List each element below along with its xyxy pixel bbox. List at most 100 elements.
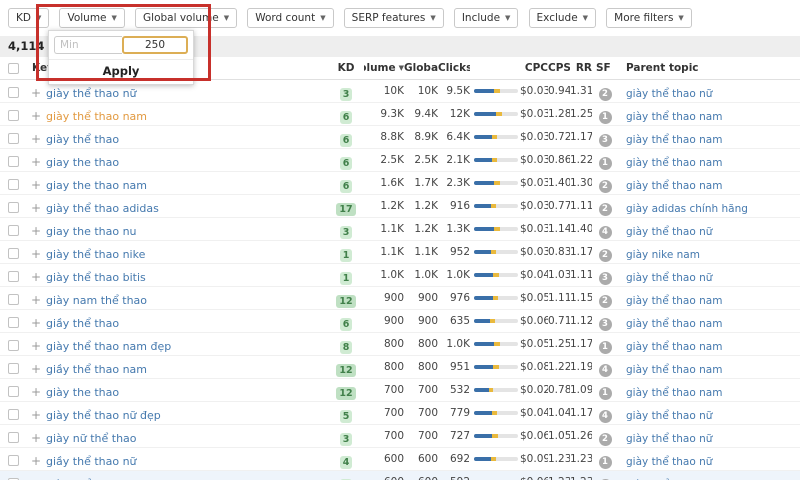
row-checkbox[interactable] bbox=[7, 362, 19, 374]
serp-features-badge[interactable]: 3 bbox=[598, 317, 612, 331]
row-checkbox[interactable] bbox=[7, 385, 19, 397]
serp-features-badge[interactable]: 4 bbox=[598, 363, 612, 377]
filter-button-word-count[interactable]: Word count ▼ bbox=[247, 8, 334, 28]
keyword-link[interactable]: giầy thể thao nam bbox=[46, 363, 147, 376]
parent-topic-link[interactable]: giày thể thao nam bbox=[626, 134, 722, 146]
row-checkbox[interactable] bbox=[7, 109, 19, 121]
header-cps[interactable]: CPS bbox=[548, 62, 570, 74]
serp-features-badge[interactable]: 4 bbox=[598, 409, 612, 423]
parent-topic-link[interactable]: giày thể thao nam bbox=[626, 295, 722, 307]
header-volume[interactable]: Volume▼ bbox=[364, 62, 404, 74]
parent-topic-link[interactable]: giày thể thao nam bbox=[626, 318, 722, 330]
expand-plus-icon[interactable]: + bbox=[31, 201, 41, 215]
parent-topic-link[interactable]: giày thể thao nữ bbox=[626, 433, 712, 445]
parent-topic-link[interactable]: giày thể thao nam bbox=[626, 111, 722, 123]
serp-features-badge[interactable]: 1 bbox=[598, 340, 612, 354]
keyword-link[interactable]: giay the thao nu bbox=[46, 225, 137, 238]
expand-plus-icon[interactable]: + bbox=[31, 477, 41, 480]
header-cpc[interactable]: CPC bbox=[520, 62, 548, 74]
serp-features-badge[interactable]: 2 bbox=[598, 432, 612, 446]
expand-plus-icon[interactable]: + bbox=[31, 86, 41, 100]
row-checkbox[interactable] bbox=[7, 408, 19, 420]
parent-topic-link[interactable]: giày thể thao nam bbox=[626, 157, 722, 169]
keyword-link[interactable]: giày thể thao nữ bbox=[46, 87, 137, 100]
serp-features-badge[interactable]: 2 bbox=[598, 294, 612, 308]
serp-features-badge[interactable]: 1 bbox=[598, 110, 612, 124]
serp-features-badge[interactable]: 4 bbox=[598, 225, 612, 239]
parent-topic-link[interactable]: giày nike nam bbox=[626, 249, 700, 261]
serp-features-badge[interactable]: 3 bbox=[598, 133, 612, 147]
volume-value-input[interactable] bbox=[122, 36, 188, 54]
row-checkbox[interactable] bbox=[7, 155, 19, 167]
serp-features-badge[interactable]: 3 bbox=[598, 271, 612, 285]
header-sf[interactable]: SF bbox=[592, 62, 618, 74]
serp-features-badge[interactable]: 1 bbox=[598, 386, 612, 400]
row-checkbox[interactable] bbox=[7, 454, 19, 466]
header-clicks[interactable]: Clicks bbox=[438, 62, 470, 74]
keyword-link[interactable]: giày nữ thể thao bbox=[46, 432, 137, 445]
filter-button-more-filters[interactable]: More filters ▼ bbox=[606, 8, 692, 28]
parent-topic-link[interactable]: giày thể thao nam bbox=[626, 180, 722, 192]
expand-plus-icon[interactable]: + bbox=[31, 293, 41, 307]
row-checkbox[interactable] bbox=[7, 201, 19, 213]
serp-features-badge[interactable]: 1 bbox=[598, 455, 612, 469]
row-checkbox[interactable] bbox=[7, 86, 19, 98]
row-checkbox[interactable] bbox=[7, 224, 19, 236]
serp-features-badge[interactable]: 2 bbox=[598, 248, 612, 262]
expand-plus-icon[interactable]: + bbox=[31, 362, 41, 376]
volume-min-input[interactable] bbox=[54, 36, 122, 54]
keyword-link[interactable]: giày thể thao bbox=[46, 133, 119, 146]
parent-topic-link[interactable]: giày thể thao nữ bbox=[626, 226, 712, 238]
apply-button[interactable]: Apply bbox=[49, 59, 193, 84]
keyword-link[interactable]: giầy thể thao nữ bbox=[46, 455, 137, 468]
select-all-checkbox[interactable] bbox=[7, 62, 19, 74]
keyword-link[interactable]: giày the thao bbox=[46, 386, 119, 399]
keyword-link[interactable]: giày thể thao nữ đẹp bbox=[46, 409, 161, 422]
parent-topic-link[interactable]: giày thể thao nam bbox=[626, 387, 722, 399]
row-checkbox[interactable] bbox=[7, 178, 19, 190]
filter-button-volume[interactable]: Volume ▼ bbox=[59, 8, 125, 28]
keyword-link[interactable]: giày thể thao nike bbox=[46, 248, 145, 261]
row-checkbox[interactable] bbox=[7, 270, 19, 282]
header-kd[interactable]: KD bbox=[328, 62, 364, 74]
keyword-link[interactable]: giày thể thao nam đẹp bbox=[46, 340, 171, 353]
expand-plus-icon[interactable]: + bbox=[31, 247, 41, 261]
expand-plus-icon[interactable]: + bbox=[31, 109, 41, 123]
row-checkbox[interactable] bbox=[7, 293, 19, 305]
filter-button-global-volume[interactable]: Global volume ▼ bbox=[135, 8, 238, 28]
parent-topic-link[interactable]: giày thể thao nữ bbox=[626, 88, 712, 100]
expand-plus-icon[interactable]: + bbox=[31, 385, 41, 399]
row-checkbox[interactable] bbox=[7, 339, 19, 351]
header-parent-topic[interactable]: Parent topic bbox=[618, 62, 800, 74]
filter-button-serp-features[interactable]: SERP features ▼ bbox=[343, 8, 444, 28]
header-global[interactable]: Global bbox=[404, 62, 438, 74]
serp-features-badge[interactable]: 2 bbox=[598, 202, 612, 216]
keyword-link[interactable]: giầy thể thao bbox=[46, 317, 119, 330]
expand-plus-icon[interactable]: + bbox=[31, 178, 41, 192]
expand-plus-icon[interactable]: + bbox=[31, 316, 41, 330]
expand-plus-icon[interactable]: + bbox=[31, 431, 41, 445]
row-checkbox[interactable] bbox=[7, 132, 19, 144]
expand-plus-icon[interactable]: + bbox=[31, 454, 41, 468]
keyword-link[interactable]: giày nam thể thao bbox=[46, 294, 147, 307]
filter-button-include[interactable]: Include ▼ bbox=[453, 8, 519, 28]
filter-button-kd[interactable]: KD ▼ bbox=[8, 8, 50, 28]
expand-plus-icon[interactable]: + bbox=[31, 339, 41, 353]
parent-topic-link[interactable]: giày thể thao nữ bbox=[626, 456, 712, 468]
keyword-link[interactable]: giày thể thao bitis bbox=[46, 271, 146, 284]
serp-features-badge[interactable]: 1 bbox=[598, 156, 612, 170]
keyword-link[interactable]: giay the thao bbox=[46, 156, 119, 169]
keyword-link[interactable]: giay the thao nam bbox=[46, 179, 147, 192]
serp-features-badge[interactable]: 2 bbox=[598, 179, 612, 193]
expand-plus-icon[interactable]: + bbox=[31, 270, 41, 284]
keyword-link[interactable]: giày thể thao nam bbox=[46, 110, 147, 123]
header-rr[interactable]: RR bbox=[570, 62, 592, 74]
serp-features-badge[interactable]: 2 bbox=[598, 87, 612, 101]
filter-button-exclude[interactable]: Exclude ▼ bbox=[528, 8, 597, 28]
parent-topic-link[interactable]: giày thể thao nữ bbox=[626, 410, 712, 422]
parent-topic-link[interactable]: giày thể thao nữ bbox=[626, 272, 712, 284]
row-checkbox[interactable] bbox=[7, 316, 19, 328]
expand-plus-icon[interactable]: + bbox=[31, 132, 41, 146]
parent-topic-link[interactable]: giày thể thao nam bbox=[626, 341, 722, 353]
parent-topic-link[interactable]: giày adidas chính hãng bbox=[626, 203, 748, 215]
